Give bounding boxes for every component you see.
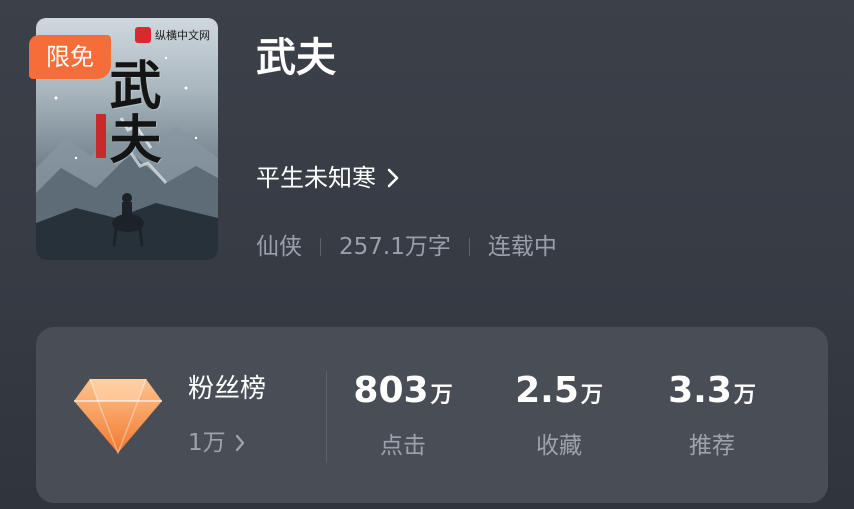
cover-title: 武夫 [100, 58, 161, 166]
publisher-logo: 纵横中文网 [135, 27, 210, 43]
fans-rank-label: 粉丝榜 [188, 374, 267, 404]
diamond-icon [74, 378, 162, 455]
free-badge: 限免 [29, 35, 111, 79]
word-count: 257.1万字 [339, 234, 451, 260]
chevron-right-icon [235, 434, 244, 452]
favorites-value: 2.5 [515, 370, 579, 411]
genre-tag: 仙侠 [256, 234, 302, 260]
author-name: 平生未知寒 [256, 164, 376, 192]
favorites-unit: 万 [580, 383, 603, 408]
clicks-value: 803 [353, 370, 429, 411]
recommends-value: 3.3 [668, 370, 732, 411]
author-link[interactable]: 平生未知寒 [256, 158, 400, 198]
recommends-stat: 3.3万 推荐 [637, 367, 787, 464]
fans-rank-value: 1万 [188, 430, 226, 456]
card-divider [326, 371, 327, 463]
book-title: 武夫 [256, 35, 336, 81]
clicks-stat: 803万 点击 [328, 367, 478, 464]
meta-divider [320, 238, 321, 256]
fans-rank-link[interactable]: 1万 [188, 425, 246, 461]
clicks-label: 点击 [380, 433, 426, 459]
favorites-stat: 2.5万 收藏 [484, 367, 634, 464]
chevron-right-icon [387, 168, 399, 188]
book-meta: 仙侠 257.1万字 连载中 [256, 227, 557, 267]
meta-divider [468, 238, 470, 256]
publisher-icon [135, 27, 151, 43]
stats-card: 粉丝榜 1万 803万 点击 2.5万 收藏 3.3万 推荐 [36, 327, 828, 503]
publisher-name: 纵横中文网 [155, 29, 210, 42]
recommends-unit: 万 [733, 383, 756, 408]
recommends-label: 推荐 [689, 433, 735, 459]
clicks-number: 803万 [328, 367, 478, 420]
recommends-number: 3.3万 [637, 367, 787, 420]
clicks-unit: 万 [430, 383, 453, 408]
serial-status: 连载中 [487, 234, 557, 260]
favorites-number: 2.5万 [484, 367, 634, 420]
favorites-label: 收藏 [536, 433, 582, 459]
